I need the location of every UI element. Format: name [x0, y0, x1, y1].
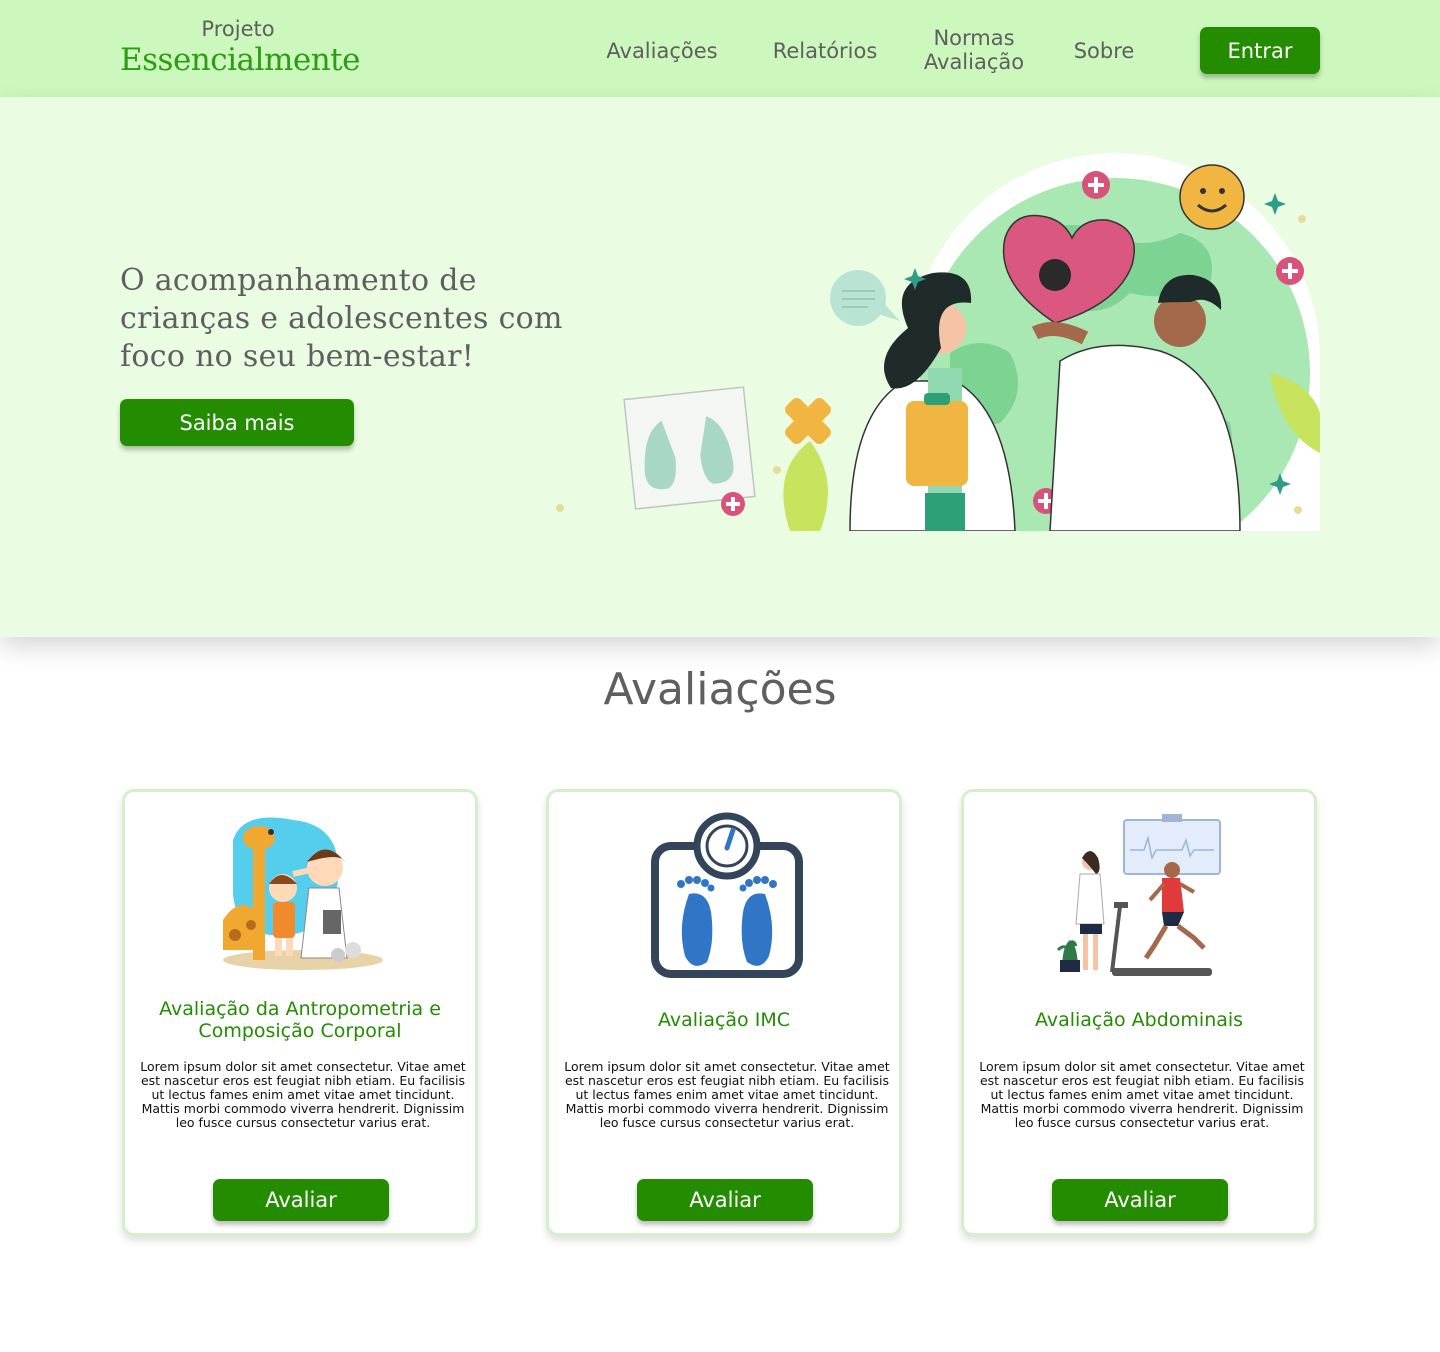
- top-navbar: Projeto Essencialmente Avaliações Relató…: [0, 0, 1440, 97]
- card-title: Avaliação IMC: [658, 1009, 790, 1031]
- nav-sobre[interactable]: Sobre: [1066, 39, 1142, 63]
- site-logo[interactable]: Projeto Essencialmente: [120, 16, 360, 78]
- hero-title: O acompanhamento de crianças e adolescen…: [120, 263, 563, 374]
- avaliar-button[interactable]: Avaliar: [637, 1179, 813, 1221]
- card-description: Lorem ipsum dolor sit amet consectetur. …: [140, 1059, 466, 1130]
- assessment-card: Avaliação Abdominais Lorem ipsum dolor s…: [961, 789, 1317, 1236]
- logo-title: Essencialmente: [120, 42, 360, 78]
- section-title: Avaliações: [603, 664, 837, 715]
- logo-subtitle: Projeto: [201, 17, 275, 41]
- card-description: Lorem ipsum dolor sit amet consectetur. …: [564, 1059, 890, 1130]
- avaliar-button[interactable]: Avaliar: [1052, 1179, 1228, 1221]
- hero-section: O acompanhamento de crianças e adolescen…: [0, 97, 1440, 637]
- nav-avaliacoes[interactable]: Avaliações: [598, 39, 726, 63]
- nav-normas-avaliacao[interactable]: Normas Avaliação: [912, 26, 1036, 74]
- card-title: Avaliação da Antropometria e Composição …: [159, 998, 441, 1042]
- nav-normas-line2: Avaliação: [923, 50, 1025, 74]
- assessment-card: Avaliação da Antropometria e Composição …: [122, 789, 478, 1236]
- doctors-health-illustration: [556, 153, 1320, 531]
- assessment-card: Avaliação IMC Lorem ipsum dolor sit amet…: [546, 789, 902, 1236]
- nav-relatorios[interactable]: Relatórios: [764, 39, 886, 63]
- nav-normas-line1: Normas: [933, 26, 1015, 50]
- weight-scale-icon: [651, 812, 803, 978]
- card-title: Avaliação Abdominais: [1034, 1009, 1244, 1031]
- card-description: Lorem ipsum dolor sit amet consectetur. …: [979, 1059, 1305, 1130]
- login-button[interactable]: Entrar: [1200, 27, 1320, 74]
- avaliar-button[interactable]: Avaliar: [213, 1179, 389, 1221]
- treadmill-test-illustration: [1056, 814, 1221, 976]
- child-height-measurement-illustration: [223, 817, 383, 970]
- saiba-mais-button[interactable]: Saiba mais: [120, 399, 354, 446]
